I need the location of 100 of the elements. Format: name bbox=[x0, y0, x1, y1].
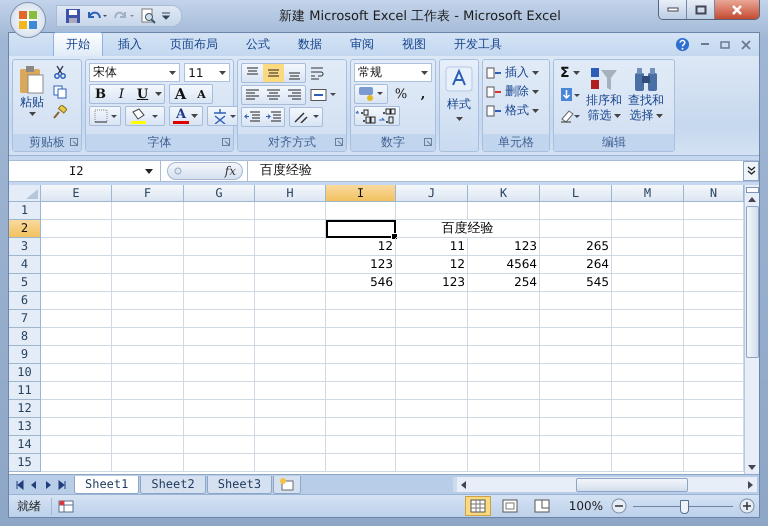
sort-filter-button[interactable]: 排序和 筛选 bbox=[583, 63, 625, 134]
grid-cell[interactable] bbox=[255, 454, 326, 472]
row-header[interactable]: 7 bbox=[9, 310, 41, 328]
zoom-out-icon[interactable] bbox=[611, 498, 627, 514]
macro-record-icon[interactable] bbox=[58, 499, 74, 513]
grid-cell[interactable] bbox=[255, 292, 326, 310]
caret-icon[interactable] bbox=[155, 92, 162, 96]
grid-cell[interactable] bbox=[612, 238, 684, 256]
eraser-icon[interactable] bbox=[560, 108, 580, 123]
grid-cell[interactable] bbox=[612, 346, 684, 364]
save-icon[interactable] bbox=[65, 8, 81, 24]
horizontal-scrollbar-thumb[interactable] bbox=[576, 478, 688, 492]
row-header[interactable]: 8 bbox=[9, 328, 41, 346]
ribbon-tab[interactable]: 审阅 bbox=[337, 32, 387, 56]
grid-cell[interactable] bbox=[540, 328, 612, 346]
zoom-in-icon[interactable] bbox=[739, 498, 755, 514]
select-all-corner[interactable] bbox=[9, 185, 41, 202]
grid-cell[interactable] bbox=[612, 328, 684, 346]
grid-cell[interactable] bbox=[41, 346, 112, 364]
grid-cell[interactable] bbox=[41, 400, 112, 418]
grid-cell[interactable] bbox=[396, 346, 468, 364]
grid-cell[interactable] bbox=[255, 418, 326, 436]
grid-cell[interactable] bbox=[255, 400, 326, 418]
grid-cell[interactable]: 11 bbox=[396, 238, 468, 256]
column-header[interactable]: K bbox=[468, 185, 540, 202]
font-size-dropdown[interactable]: 11 bbox=[184, 63, 230, 82]
maximize-button[interactable] bbox=[687, 0, 715, 19]
grid-cell[interactable] bbox=[184, 220, 255, 238]
grid-cell[interactable]: 254 bbox=[468, 274, 540, 292]
insert-sheet-button[interactable] bbox=[273, 476, 302, 494]
grid-cell[interactable] bbox=[112, 418, 184, 436]
ribbon-tab[interactable]: 公式 bbox=[233, 32, 283, 56]
scroll-up-icon[interactable] bbox=[748, 197, 756, 202]
sheet-tab[interactable]: Sheet2 bbox=[140, 476, 206, 494]
grid-cell[interactable] bbox=[468, 400, 540, 418]
grid-cell[interactable]: 百度经验 bbox=[396, 220, 540, 238]
grid-cell[interactable] bbox=[255, 346, 326, 364]
grid-cell[interactable] bbox=[396, 382, 468, 400]
grid-cell[interactable] bbox=[184, 238, 255, 256]
grid-cell[interactable] bbox=[41, 220, 112, 238]
grid-cell[interactable] bbox=[112, 364, 184, 382]
restore-icon[interactable] bbox=[720, 40, 730, 48]
grid-cell[interactable] bbox=[112, 202, 184, 220]
column-header[interactable]: E bbox=[41, 185, 112, 202]
grid-cell[interactable] bbox=[396, 328, 468, 346]
column-header[interactable]: G bbox=[184, 185, 255, 202]
grid-cell[interactable] bbox=[41, 382, 112, 400]
help-icon[interactable] bbox=[675, 37, 690, 52]
grid-cell[interactable] bbox=[112, 274, 184, 292]
row-header[interactable]: 4 bbox=[9, 256, 41, 274]
grid-cell[interactable] bbox=[326, 220, 396, 238]
grid-cell[interactable] bbox=[326, 400, 396, 418]
grid-cell[interactable] bbox=[184, 310, 255, 328]
italic-button[interactable]: I bbox=[111, 85, 132, 103]
grid-cell[interactable] bbox=[326, 202, 396, 220]
ribbon-tab[interactable]: 视图 bbox=[389, 32, 439, 56]
scrollbar-thumb[interactable] bbox=[746, 206, 758, 358]
grid-cell[interactable] bbox=[184, 418, 255, 436]
merge-center-icon[interactable] bbox=[310, 89, 336, 101]
print-preview-icon[interactable] bbox=[140, 8, 156, 24]
grid-cell[interactable] bbox=[540, 346, 612, 364]
grid-cell[interactable] bbox=[41, 454, 112, 472]
row-header[interactable]: 5 bbox=[9, 274, 41, 292]
normal-view-icon[interactable] bbox=[464, 496, 491, 516]
dialog-launcher-icon[interactable] bbox=[70, 138, 78, 146]
grid-cell[interactable] bbox=[255, 220, 326, 238]
grid-cell[interactable] bbox=[540, 382, 612, 400]
grid-cell[interactable] bbox=[468, 328, 540, 346]
grid-cell[interactable]: 4564 bbox=[468, 256, 540, 274]
grid-cell[interactable] bbox=[41, 256, 112, 274]
grid-cell[interactable] bbox=[540, 400, 612, 418]
grid-cell[interactable] bbox=[326, 292, 396, 310]
grid-cell[interactable] bbox=[112, 220, 184, 238]
paste-button[interactable]: 粘贴 bbox=[16, 63, 48, 134]
grid-cell[interactable] bbox=[468, 202, 540, 220]
grid-cell[interactable] bbox=[396, 454, 468, 472]
dialog-launcher-icon[interactable] bbox=[424, 138, 432, 146]
grid-cell[interactable] bbox=[540, 454, 612, 472]
grid-cell[interactable] bbox=[468, 346, 540, 364]
ribbon-tab[interactable]: 插入 bbox=[105, 32, 155, 56]
grid-cell[interactable] bbox=[612, 310, 684, 328]
grid-cell[interactable] bbox=[540, 310, 612, 328]
grid-cell[interactable] bbox=[612, 454, 684, 472]
zoom-slider-thumb[interactable] bbox=[680, 500, 689, 514]
increase-decimal-icon[interactable] bbox=[355, 107, 377, 125]
insert-function-button[interactable]: fx bbox=[224, 164, 236, 178]
grid-cell[interactable] bbox=[255, 274, 326, 292]
grid-cell[interactable] bbox=[396, 310, 468, 328]
grid-cell[interactable] bbox=[540, 292, 612, 310]
align-middle-icon[interactable] bbox=[263, 64, 284, 82]
underline-button[interactable]: U bbox=[132, 85, 153, 103]
grid-cell[interactable] bbox=[612, 364, 684, 382]
grid-cell[interactable] bbox=[396, 400, 468, 418]
fill-handle[interactable] bbox=[391, 233, 398, 240]
zoom-level[interactable]: 100% bbox=[568, 499, 603, 513]
column-header[interactable]: N bbox=[684, 185, 744, 202]
grid-cell[interactable] bbox=[112, 310, 184, 328]
grid-cell[interactable] bbox=[255, 436, 326, 454]
grid-cell[interactable] bbox=[112, 400, 184, 418]
grid-cell[interactable] bbox=[41, 310, 112, 328]
